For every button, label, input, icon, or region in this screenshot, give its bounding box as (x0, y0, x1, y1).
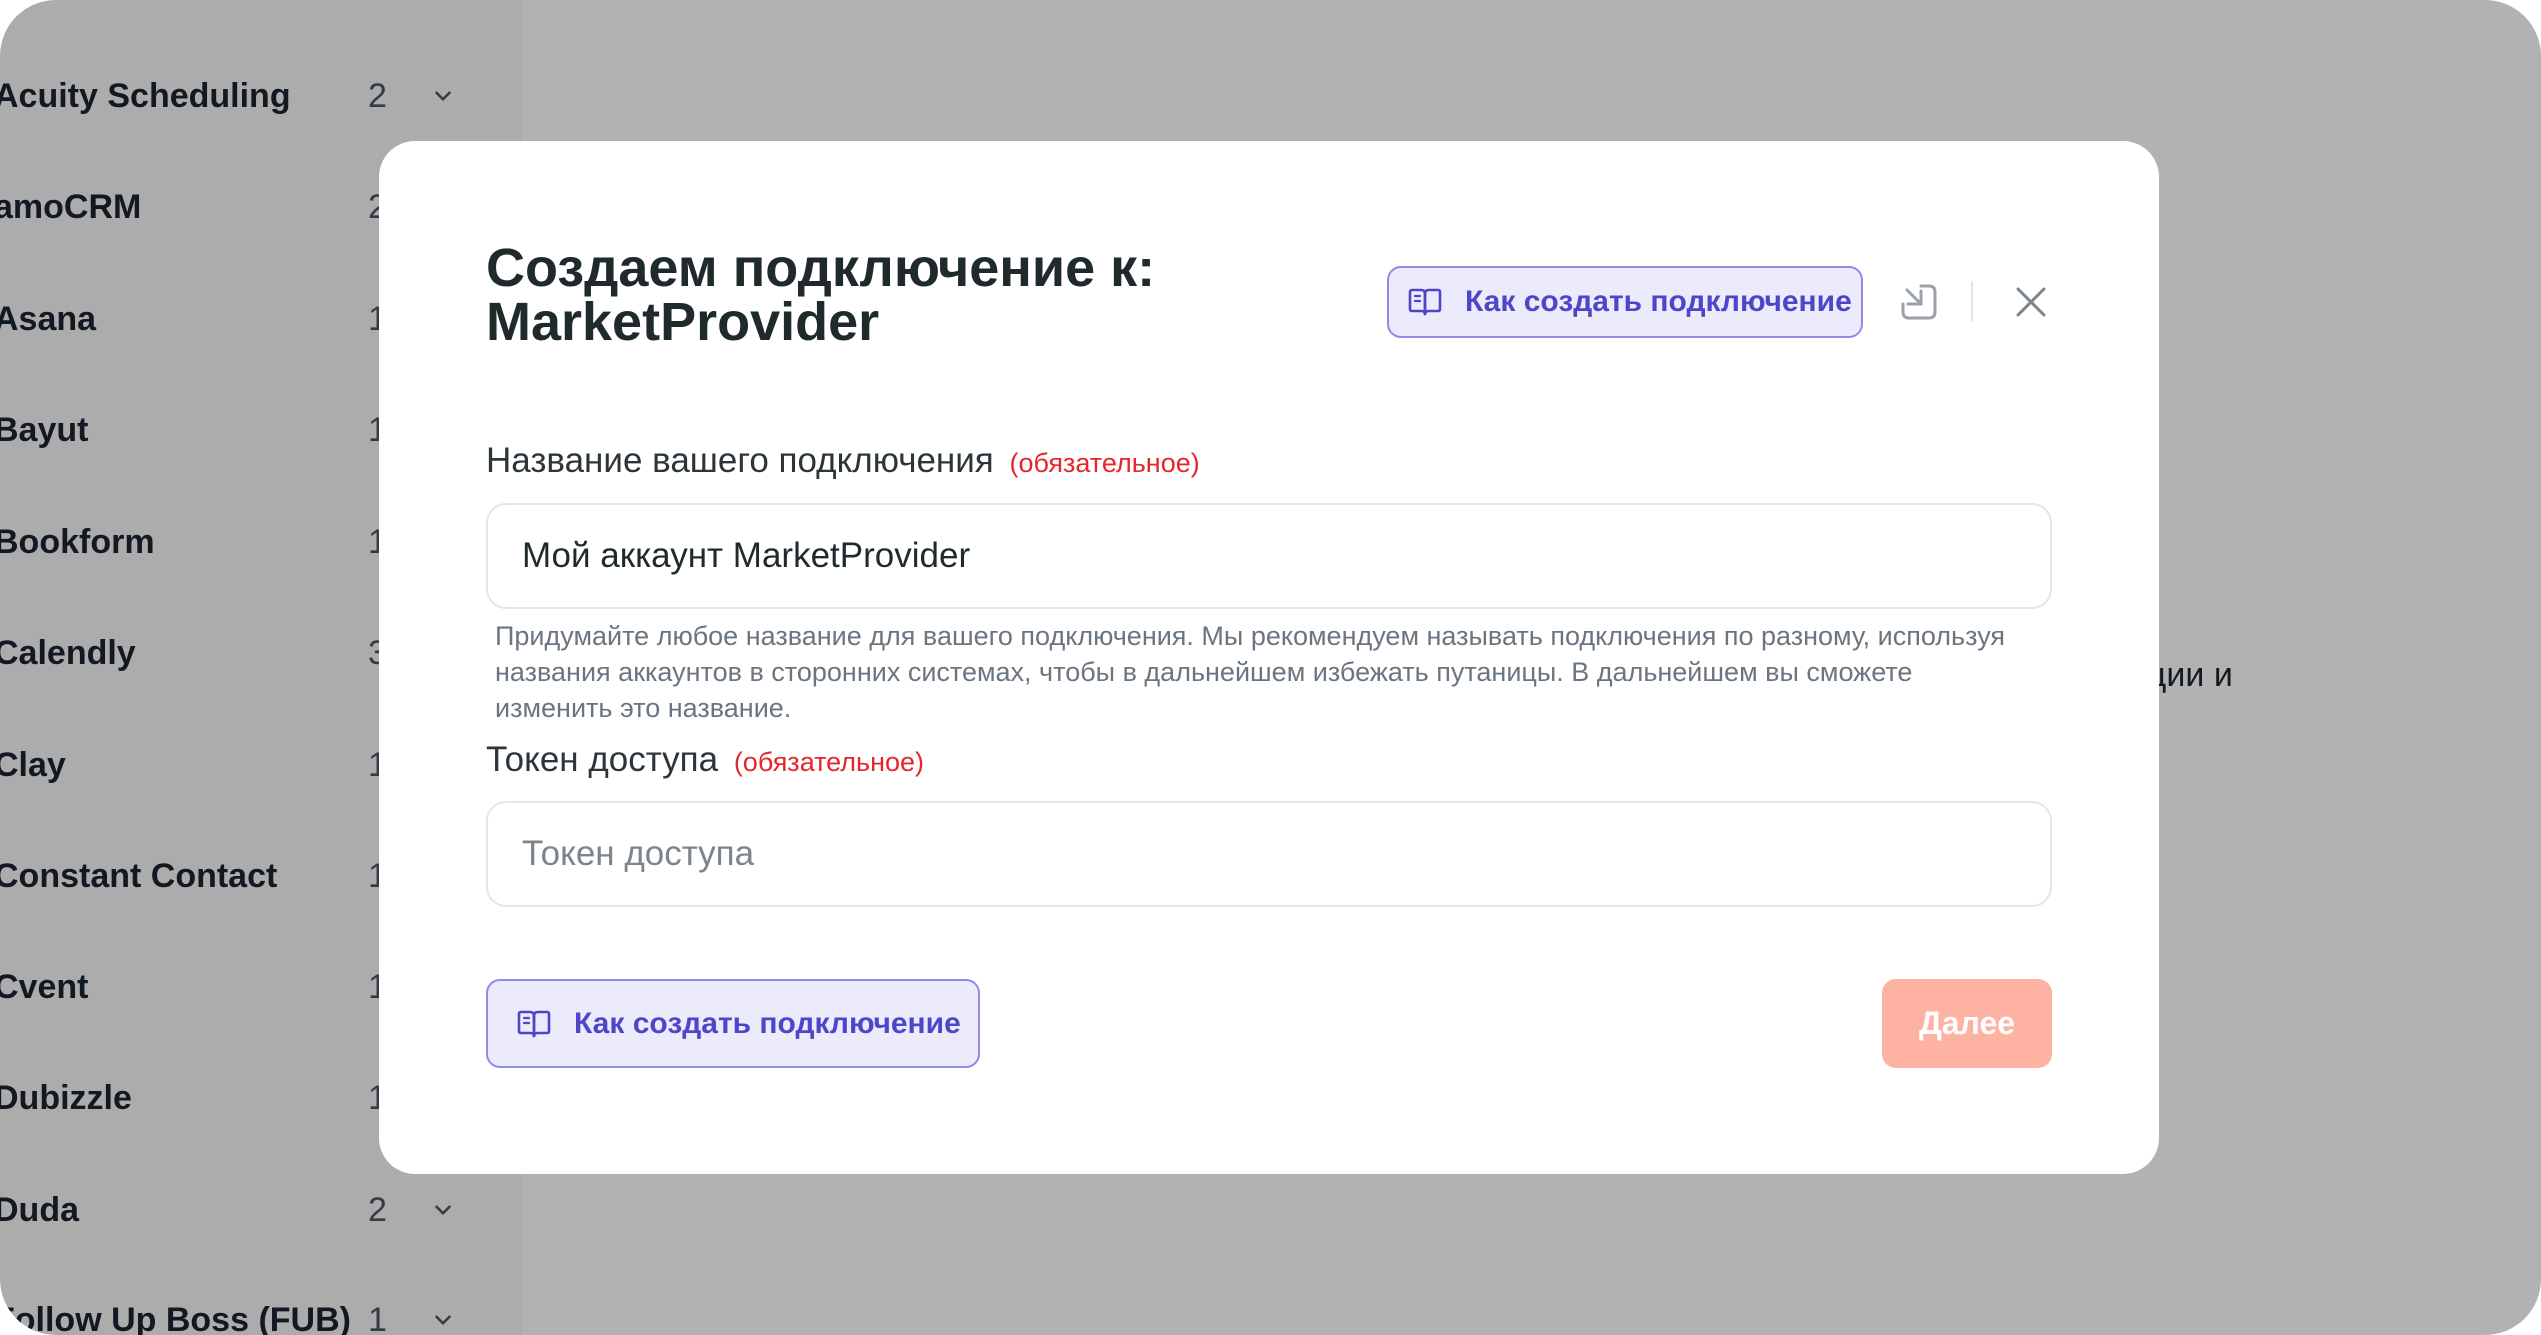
how-to-connect-label: Как создать подключение (574, 1006, 961, 1040)
access-token-label-text: Токен доступа (486, 740, 719, 779)
modal-title: Создаем подключение к: MarketProvider (486, 238, 1156, 352)
collapse-icon (1901, 284, 1937, 320)
book-icon (517, 1010, 551, 1037)
connection-name-input[interactable] (486, 503, 2052, 609)
app-window: Acuity Scheduling 2 amoCRM 2 Asana 1 Bay… (0, 0, 2541, 1335)
connection-name-label-text: Название вашего подключения (486, 441, 994, 480)
collapse-button[interactable] (1895, 278, 1943, 326)
connection-name-hint: Придумайте любое название для вашего под… (495, 621, 2006, 723)
required-marker: (обязательное) (733, 747, 925, 777)
how-to-connect-button[interactable]: Как создать подключение (1387, 266, 1863, 338)
book-icon (1408, 288, 1442, 316)
required-marker: (обязательное) (1009, 448, 1200, 478)
how-to-connect-label: Как создать подключение (1465, 285, 1852, 318)
how-to-connect-button-bottom[interactable]: Как создать подключение (486, 979, 980, 1068)
connection-name-label: Название вашего подключения (обязательно… (486, 441, 1200, 481)
next-button[interactable]: Далее (1882, 979, 2052, 1068)
header-divider (1971, 281, 1973, 321)
close-icon (2016, 287, 2046, 317)
access-token-input[interactable] (486, 801, 2052, 907)
close-button[interactable] (2007, 278, 2055, 326)
access-token-label: Токен доступа (обязательное) (486, 740, 924, 780)
create-connection-modal: Создаем подключение к: MarketProvider Ка… (379, 141, 2159, 1174)
